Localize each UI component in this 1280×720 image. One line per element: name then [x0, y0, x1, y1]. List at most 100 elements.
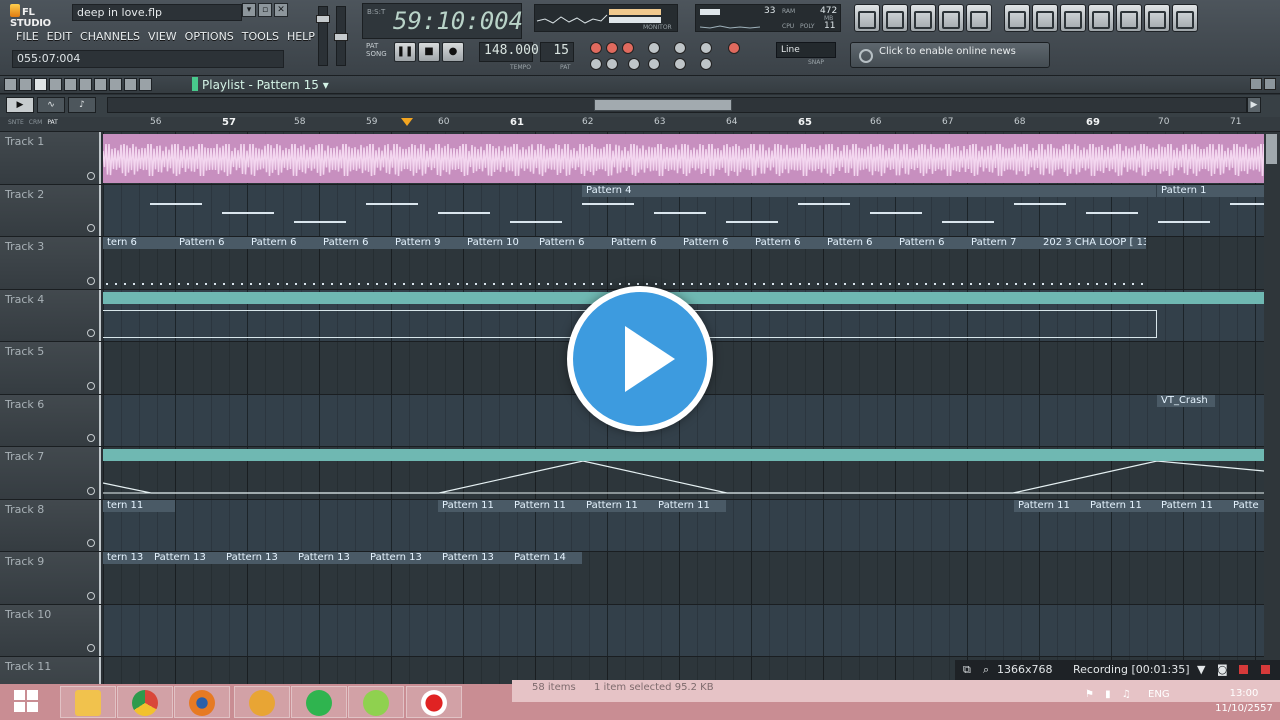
track-mute-toggle[interactable]	[87, 539, 95, 547]
pattern-clip[interactable]: Pattern 6	[751, 237, 823, 251]
track-header[interactable]: Track 8	[0, 499, 101, 551]
pattern-clip[interactable]: Pattern 13	[366, 552, 438, 566]
track-mute-toggle[interactable]	[87, 276, 95, 285]
automation-clip-2[interactable]	[103, 449, 1264, 461]
save-icon[interactable]	[1032, 4, 1058, 32]
audio-view-button[interactable]: ♪	[68, 97, 96, 113]
track-header[interactable]: Track 7	[0, 447, 101, 499]
audio-clip-track1[interactable]	[103, 134, 1264, 183]
window-icon[interactable]: ⧉	[963, 663, 971, 677]
horizontal-scrollbar[interactable]	[107, 97, 1247, 113]
pattern-clip[interactable]: Pattern 6	[247, 237, 319, 251]
stop-button[interactable]: ■	[418, 42, 440, 62]
scroll-thumb[interactable]	[594, 99, 732, 111]
browser-icon[interactable]	[938, 4, 964, 32]
track-header[interactable]: Track 10	[0, 604, 101, 656]
overdub-button[interactable]	[700, 58, 712, 70]
track-mute-toggle[interactable]	[87, 171, 95, 180]
pattern-clip[interactable]: Pattern 11	[1086, 499, 1158, 514]
pattern-clip[interactable]: Pattern 11	[510, 499, 582, 514]
notes-icon[interactable]	[1144, 4, 1170, 32]
track-header[interactable]: Track 6	[0, 394, 101, 446]
tools-icon[interactable]	[1088, 4, 1114, 32]
playlist-title[interactable]: Playlist - Pattern 15 ▾	[192, 77, 329, 92]
track-header[interactable]: Track 5	[0, 342, 101, 394]
online-news-panel[interactable]: Click to enable online news	[850, 42, 1050, 68]
track-mute-toggle[interactable]	[87, 381, 95, 390]
piano-roll-icon[interactable]	[910, 4, 936, 32]
loop-record-button[interactable]	[700, 42, 712, 54]
wait-button[interactable]	[606, 42, 618, 54]
volume-icon[interactable]: ♫	[1122, 689, 1131, 700]
pattern-clip[interactable]: Pattern 6	[823, 237, 895, 251]
pattern-clip[interactable]: Pattern 11	[1157, 499, 1229, 514]
track-header[interactable]: Track 2	[0, 184, 101, 236]
pattern-clip[interactable]: Pattern 10	[463, 237, 535, 251]
pause-record-icon[interactable]	[1239, 665, 1248, 674]
mute-tool-icon[interactable]	[79, 78, 92, 91]
green-app-icon[interactable]	[291, 686, 347, 718]
pattern-clip[interactable]: Pattern 13	[150, 552, 222, 566]
pattern-clip[interactable]: tern 11	[103, 499, 175, 514]
search-icon[interactable]: ⌕	[983, 663, 989, 677]
file-explorer-icon[interactable]	[60, 686, 116, 718]
master-pitch-slider[interactable]	[334, 6, 348, 66]
speaker-icon[interactable]	[139, 78, 152, 91]
undo-button[interactable]	[606, 58, 618, 70]
menu-options[interactable]: OPTIONS	[181, 28, 238, 46]
menu-file[interactable]: FILE	[12, 28, 43, 46]
step-edit-button[interactable]	[648, 42, 660, 54]
scroll-button[interactable]	[674, 58, 686, 70]
song-position-marker[interactable]	[401, 118, 413, 126]
pattern-clip[interactable]: Pattern 11	[1014, 499, 1086, 514]
pencil-icon[interactable]	[34, 78, 47, 91]
track-mute-toggle[interactable]	[87, 329, 95, 337]
pattern-clip[interactable]: Pattern 4	[582, 184, 1156, 199]
pattern-clip[interactable]: 202 3 CHA LOOP [ 130	[1039, 237, 1146, 251]
minimize-button[interactable]: ▾	[242, 3, 256, 17]
restore-button[interactable]: ▫	[258, 3, 272, 17]
pattern-clip[interactable]: Pattern 6	[895, 237, 967, 251]
menu-channels[interactable]: CHANNELS	[76, 28, 144, 46]
stop-record-icon[interactable]	[1261, 665, 1270, 674]
track-mute-toggle[interactable]	[87, 224, 95, 232]
dropdown-icon[interactable]: ▼	[1197, 663, 1205, 676]
language-indicator[interactable]: ENG	[1148, 689, 1170, 700]
camera-icon[interactable]: ◙	[1217, 663, 1228, 676]
blend-notes-button[interactable]	[728, 42, 740, 54]
taskbar-clock[interactable]: 13:00 11/10/2557	[1212, 686, 1276, 716]
track-header[interactable]: Track 3	[0, 237, 101, 289]
pattern-clip[interactable]: Pattern 1	[1157, 184, 1264, 199]
record-button[interactable]: ●	[442, 42, 464, 62]
master-volume-slider[interactable]	[316, 6, 330, 66]
video-play-icon[interactable]	[567, 286, 713, 432]
pattern-clip[interactable]: Pattern 11	[438, 499, 510, 514]
track-mute-toggle[interactable]	[87, 591, 95, 600]
magnet-icon[interactable]	[19, 78, 32, 91]
pattern-clip[interactable]: Pattern 6	[679, 237, 751, 251]
menu-edit[interactable]: EDIT	[43, 28, 76, 46]
pattern-clip[interactable]: Pattern 14	[510, 552, 582, 566]
pattern-clip[interactable]: Pattern 6	[175, 237, 247, 251]
pattern-clip[interactable]: Pattern 9	[391, 237, 463, 251]
fl-studio-task-icon[interactable]	[234, 686, 290, 718]
typing-keyboard-button[interactable]	[590, 58, 602, 70]
pattern-clip[interactable]: Pattern 6	[607, 237, 679, 251]
chrome-icon[interactable]	[117, 686, 173, 718]
menu-arrow-icon[interactable]	[4, 78, 17, 91]
pattern-clip[interactable]: Pattern 13	[438, 552, 510, 566]
patterns-view-button[interactable]: ▶	[6, 97, 34, 113]
metronome-button[interactable]	[590, 42, 602, 54]
select-icon[interactable]	[109, 78, 122, 91]
brush-icon[interactable]	[49, 78, 62, 91]
track-mute-toggle[interactable]	[87, 434, 95, 442]
playlist-window-icon[interactable]	[854, 4, 880, 32]
pattern-clip[interactable]: tern 6	[103, 237, 175, 251]
pattern-clip[interactable]: Pattern 13	[294, 552, 366, 566]
render-icon[interactable]	[1060, 4, 1086, 32]
track-lane[interactable]	[103, 604, 1264, 656]
playlist-maximize-button[interactable]	[1250, 78, 1262, 90]
pattern-clip[interactable]: Patte	[1229, 499, 1264, 514]
playlist-close-button[interactable]	[1264, 78, 1276, 90]
pattern-clip[interactable]: Pattern 11	[582, 499, 654, 514]
